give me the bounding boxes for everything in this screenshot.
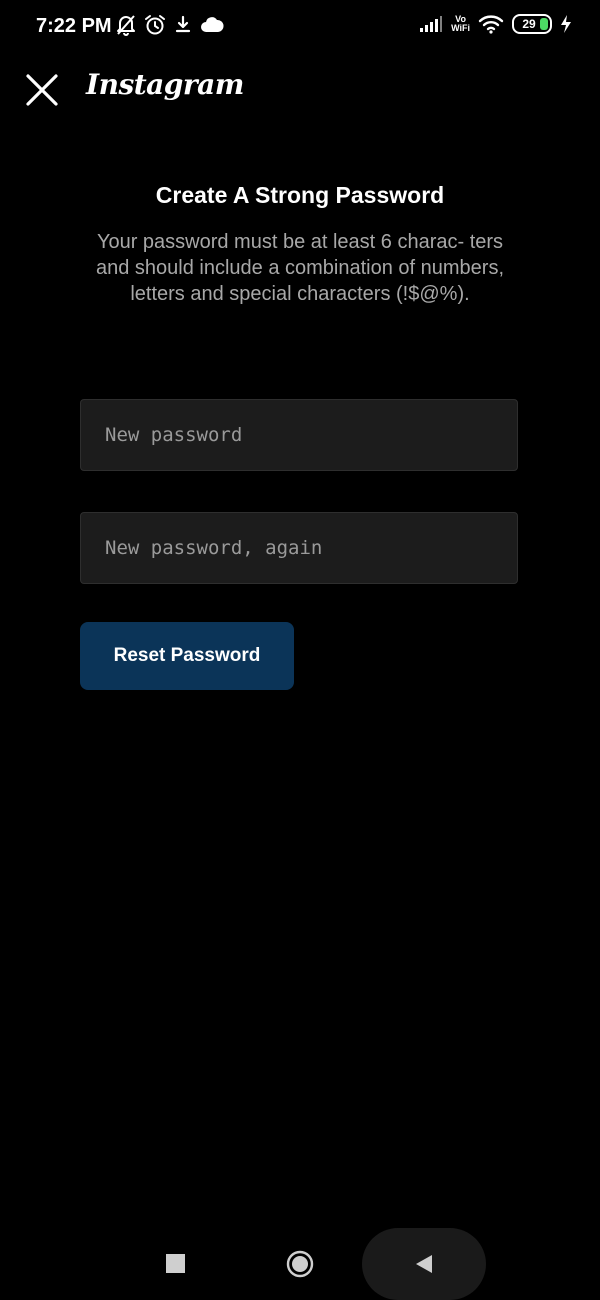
app-header: Instagram bbox=[0, 56, 600, 124]
alarm-icon bbox=[145, 15, 165, 35]
vowifi-bottom-label: WiFi bbox=[451, 23, 470, 33]
battery-level: 29 bbox=[522, 17, 536, 31]
download-icon bbox=[175, 15, 191, 33]
back-button[interactable] bbox=[362, 1228, 486, 1300]
status-time: 7:22 PM bbox=[36, 15, 112, 37]
wifi-icon bbox=[478, 15, 504, 34]
battery-icon: 29 bbox=[512, 14, 552, 34]
vowifi-icon: Vo WiFi bbox=[451, 15, 470, 33]
cloud-icon bbox=[201, 17, 224, 32]
home-circle-icon[interactable] bbox=[286, 1250, 314, 1278]
status-left-icons bbox=[116, 14, 224, 36]
status-right-icons: Vo WiFi 29 bbox=[419, 14, 572, 34]
status-bar: 7:22 PM Vo WiFi 29 bbox=[0, 0, 600, 56]
instagram-logo: Instagram bbox=[86, 68, 244, 101]
back-triangle-icon bbox=[416, 1255, 432, 1273]
charging-icon bbox=[561, 15, 571, 33]
confirm-password-input[interactable] bbox=[80, 512, 518, 584]
new-password-input[interactable] bbox=[80, 399, 518, 471]
recents-square-icon[interactable] bbox=[166, 1254, 185, 1273]
page-title: Create A Strong Password bbox=[155, 182, 445, 208]
reset-password-button[interactable]: Reset Password bbox=[80, 622, 294, 690]
bell-off-icon bbox=[117, 15, 135, 36]
battery-fill bbox=[540, 18, 548, 30]
close-button[interactable] bbox=[22, 70, 62, 110]
close-icon bbox=[26, 74, 58, 106]
navigation-bar bbox=[0, 1226, 600, 1300]
signal-icon bbox=[420, 16, 443, 32]
page-description: Your password must be at least 6 charac-… bbox=[95, 231, 505, 305]
